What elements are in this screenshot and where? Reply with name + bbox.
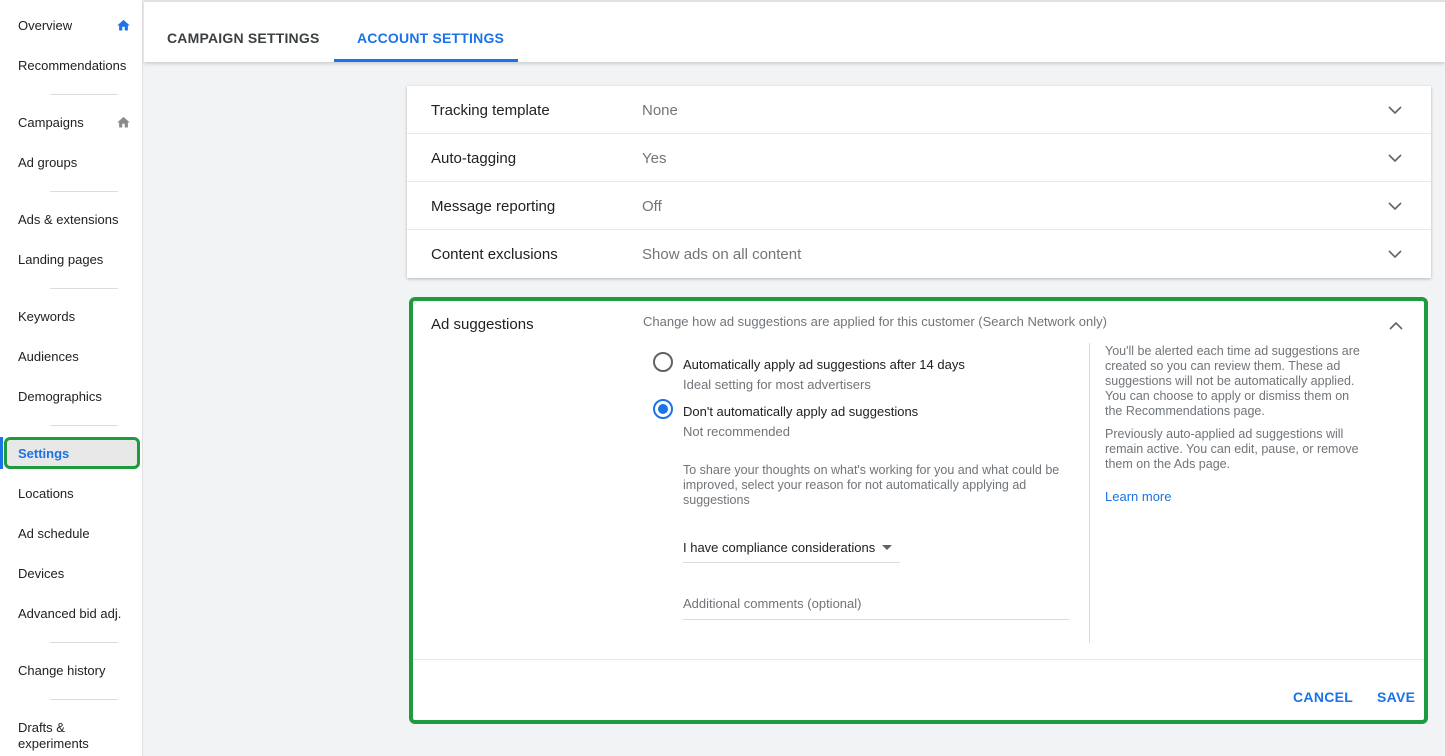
- feedback-prompt: To share your thoughts on what's working…: [683, 463, 1060, 507]
- reason-select-value: I have compliance considerations: [683, 540, 876, 555]
- setting-value: Show ads on all content: [642, 246, 802, 263]
- sidebar-item-experiments[interactable]: experiments: [18, 736, 89, 752]
- radio-dont-auto-apply[interactable]: [653, 399, 673, 419]
- radio-auto-apply[interactable]: [653, 352, 673, 372]
- chevron-down-icon: [1388, 202, 1402, 211]
- sidebar-divider: [50, 191, 118, 192]
- tab-account-settings[interactable]: ACCOUNT SETTINGS: [357, 30, 504, 46]
- sidebar-item-ad-groups[interactable]: Ad groups: [18, 155, 77, 171]
- setting-row-auto-tagging[interactable]: Auto-tagging Yes: [407, 134, 1431, 182]
- sidebar-divider: [50, 94, 118, 95]
- vertical-divider: [1089, 343, 1090, 643]
- learn-more-link[interactable]: Learn more: [1105, 489, 1171, 504]
- sidebar-divider: [50, 288, 118, 289]
- setting-row-tracking-template[interactable]: Tracking template None: [407, 86, 1431, 134]
- chevron-down-icon: [1388, 106, 1402, 115]
- help-text-alerts: You'll be alerted each time ad suggestio…: [1105, 344, 1360, 418]
- dropdown-arrow-icon: [882, 545, 892, 550]
- additional-comments-input[interactable]: [683, 588, 1069, 620]
- setting-row-content-exclusions[interactable]: Content exclusions Show ads on all conte…: [407, 230, 1431, 278]
- sidebar-item-drafts[interactable]: Drafts &: [18, 720, 65, 736]
- sidebar-item-settings[interactable]: Settings: [18, 446, 69, 462]
- setting-label: Content exclusions: [431, 246, 558, 263]
- option-auto-apply-label[interactable]: Automatically apply ad suggestions after…: [683, 357, 965, 372]
- setting-label: Tracking template: [431, 102, 550, 119]
- sidebar-item-recommendations[interactable]: Recommendations: [18, 58, 126, 74]
- home-icon: [117, 19, 130, 31]
- sidebar-item-overview[interactable]: Overview: [18, 18, 72, 34]
- option-auto-apply-sub: Ideal setting for most advertisers: [683, 377, 871, 392]
- setting-row-message-reporting[interactable]: Message reporting Off: [407, 182, 1431, 230]
- account-settings-card: Tracking template None Auto-tagging Yes …: [407, 86, 1431, 278]
- sidebar-item-devices[interactable]: Devices: [18, 566, 64, 582]
- setting-label: Auto-tagging: [431, 150, 517, 167]
- setting-value: Yes: [642, 150, 667, 167]
- chevron-up-icon[interactable]: [1388, 320, 1404, 332]
- reason-select[interactable]: I have compliance considerations: [683, 529, 900, 563]
- footer-divider: [413, 659, 1424, 660]
- sidebar-item-change-history[interactable]: Change history: [18, 663, 105, 679]
- sidebar-item-ad-schedule[interactable]: Ad schedule: [18, 526, 90, 542]
- sidebar-item-campaigns[interactable]: Campaigns: [18, 115, 84, 131]
- sidebar-item-advanced-bid-adj[interactable]: Advanced bid adj.: [18, 606, 121, 622]
- chevron-down-icon: [1388, 250, 1402, 259]
- ad-suggestions-title: Ad suggestions: [431, 316, 534, 333]
- tab-campaign-settings[interactable]: CAMPAIGN SETTINGS: [167, 30, 319, 46]
- sidebar-divider: [50, 425, 118, 426]
- sidebar-item-ads-extensions[interactable]: Ads & extensions: [18, 212, 118, 228]
- chevron-down-icon: [1388, 154, 1402, 163]
- setting-value: None: [642, 102, 678, 119]
- setting-label: Message reporting: [431, 198, 556, 215]
- active-item-indicator: [0, 437, 3, 469]
- sidebar-item-demographics[interactable]: Demographics: [18, 389, 102, 405]
- sidebar-item-landing-pages[interactable]: Landing pages: [18, 252, 103, 268]
- sidebar-item-keywords[interactable]: Keywords: [18, 309, 75, 325]
- settings-tabs: CAMPAIGN SETTINGS ACCOUNT SETTINGS: [144, 0, 1445, 62]
- option-dont-auto-apply-sub: Not recommended: [683, 424, 790, 439]
- home-icon: [117, 116, 130, 128]
- save-button[interactable]: SAVE: [1377, 689, 1415, 705]
- active-tab-indicator: [334, 59, 518, 62]
- sidebar-item-audiences[interactable]: Audiences: [18, 349, 79, 365]
- sidebar-divider: [50, 699, 118, 700]
- sidebar-divider: [50, 642, 118, 643]
- option-dont-auto-apply-label[interactable]: Don't automatically apply ad suggestions: [683, 404, 918, 419]
- sidebar: Overview Recommendations Campaigns Ad gr…: [0, 0, 143, 756]
- ad-suggestions-description: Change how ad suggestions are applied fo…: [643, 314, 1107, 329]
- help-text-previous: Previously auto-applied ad suggestions w…: [1105, 427, 1359, 471]
- cancel-button[interactable]: CANCEL: [1293, 689, 1353, 705]
- sidebar-item-locations[interactable]: Locations: [18, 486, 74, 502]
- setting-value: Off: [642, 198, 662, 215]
- ad-suggestions-panel: Ad suggestions Change how ad suggestions…: [409, 297, 1428, 724]
